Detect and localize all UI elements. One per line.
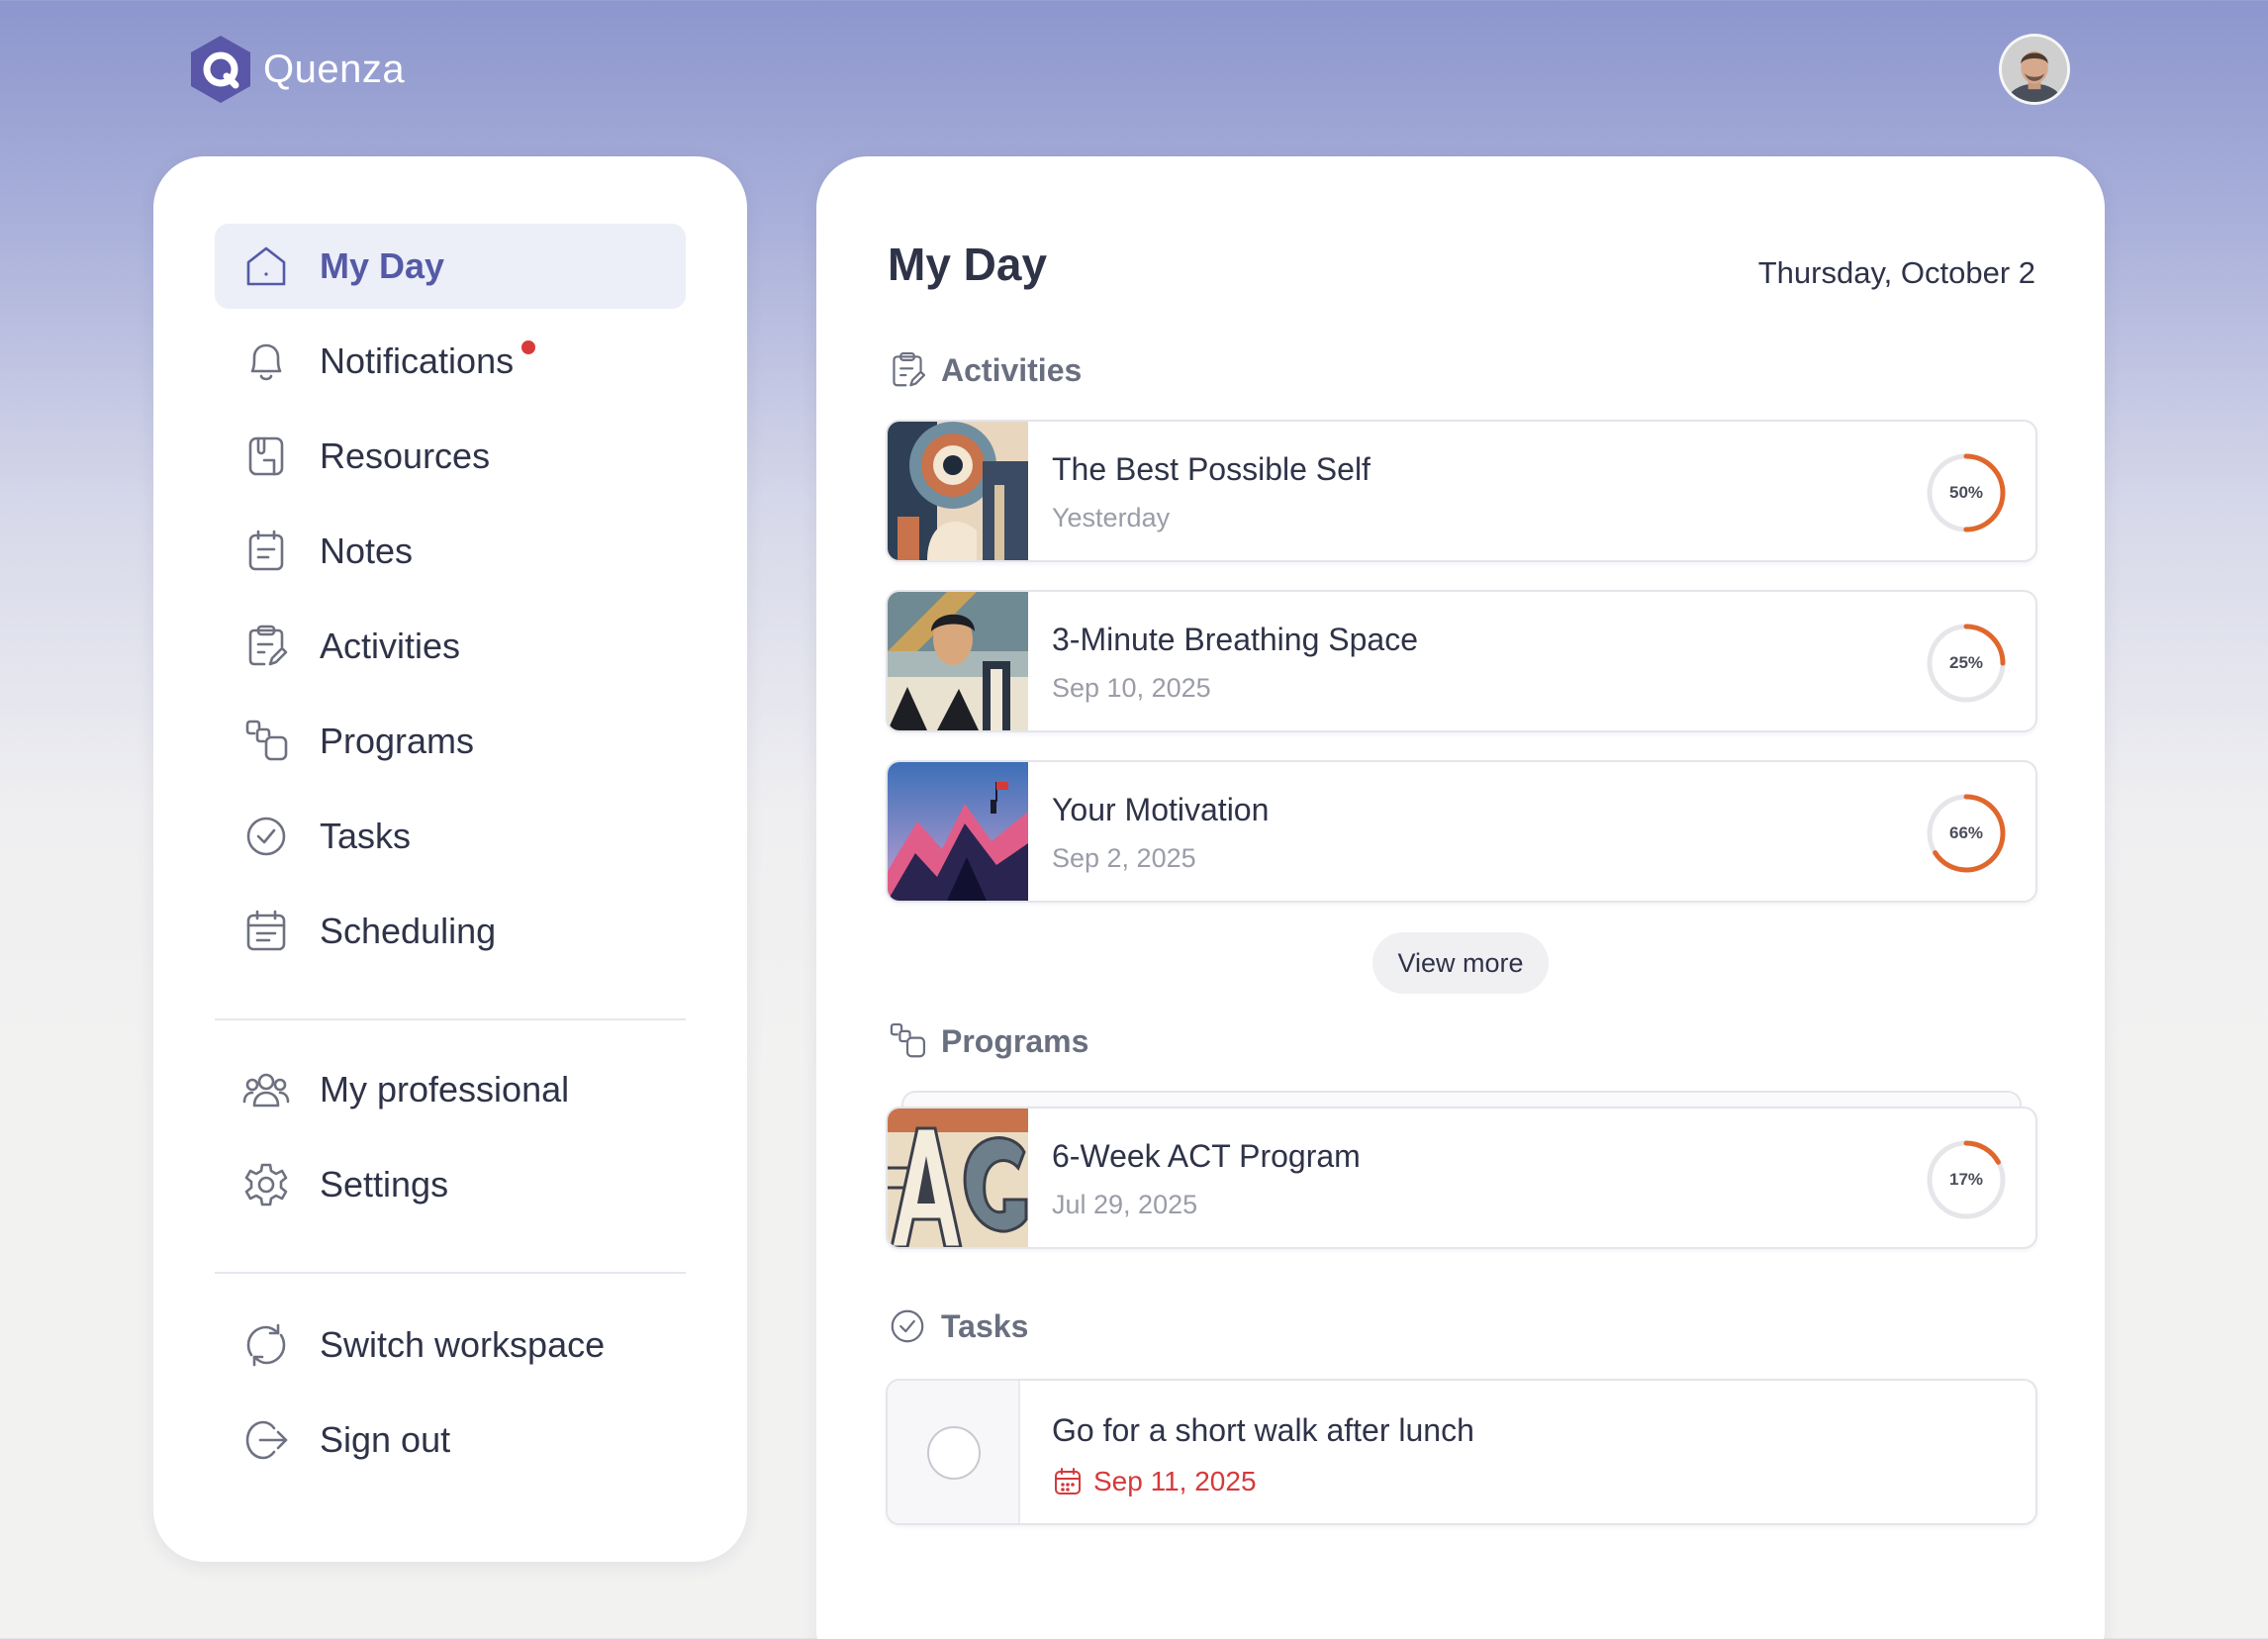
sidebar-item-label: Switch workspace: [320, 1324, 606, 1365]
gear-icon: [240, 1159, 292, 1210]
sidebar: My Day Notifications Resources Notes Act…: [153, 156, 747, 1562]
programs-icon: [240, 716, 292, 767]
home-icon: [240, 241, 292, 292]
my-day-panel: My Day Thursday, October 2 Activities Th…: [816, 156, 2105, 1639]
sidebar-item-label: My professional: [320, 1069, 570, 1109]
view-more-button[interactable]: View more: [1372, 932, 1549, 994]
activity-title: Your Motivation: [1052, 792, 1270, 827]
page-title: My Day: [888, 239, 1048, 290]
clipboard-icon: [240, 621, 292, 672]
program-card[interactable]: 6-Week ACT Program Jul 29, 2025 17%: [886, 1107, 2037, 1249]
sidebar-item-label: Sign out: [320, 1419, 451, 1460]
progress-label: 66%: [1948, 823, 1984, 842]
sidebar-item-label: Programs: [320, 721, 475, 761]
bell-icon: [240, 336, 292, 387]
activity-thumbnail: [888, 422, 1028, 560]
calendar-icon: [240, 906, 292, 957]
sidebar-item-resources[interactable]: Resources: [215, 414, 686, 499]
program-date: Jul 29, 2025: [1052, 1190, 1198, 1219]
sidebar-item-label: Scheduling: [320, 911, 497, 951]
program-thumbnail: [888, 1109, 1028, 1247]
section-title: Tasks: [941, 1307, 1029, 1344]
sidebar-item-label: Resources: [320, 435, 491, 476]
app-name: Quenza: [263, 47, 406, 91]
sidebar-item-label: Settings: [320, 1164, 449, 1205]
check-circle-icon: [240, 811, 292, 862]
section-title: Activities: [941, 351, 1083, 388]
sidebar-item-label: Notifications: [320, 340, 515, 381]
sidebar-item-notes[interactable]: Notes: [215, 509, 686, 594]
sidebar-item-programs[interactable]: Programs: [215, 699, 686, 784]
progress-label: 25%: [1948, 653, 1984, 672]
activity-thumbnail: [888, 592, 1028, 730]
activities-section-heading: Activities: [886, 346, 1082, 394]
sidebar-item-sign-out[interactable]: Sign out: [215, 1398, 686, 1483]
current-date: Thursday, October 2: [1757, 255, 2035, 290]
sidebar-item-my-day[interactable]: My Day: [215, 224, 686, 309]
tasks-section-heading: Tasks: [886, 1302, 1028, 1350]
notes-icon: [240, 526, 292, 577]
task-checkbox[interactable]: [927, 1426, 981, 1480]
sign-out-icon: [240, 1414, 292, 1466]
programs-section-heading: Programs: [886, 1017, 1088, 1065]
progress-ring: 50%: [1925, 451, 2008, 534]
calendar-icon: [1055, 1468, 1081, 1494]
activity-card[interactable]: 3-Minute Breathing Space Sep 10, 2025 25…: [886, 590, 2037, 732]
task-checkbox-area: [888, 1381, 1020, 1523]
sidebar-item-label: My Day: [320, 245, 445, 286]
sidebar-item-label: Tasks: [320, 816, 412, 856]
activity-card[interactable]: The Best Possible Self Yesterday 50%: [886, 420, 2037, 562]
program-title: 6-Week ACT Program: [1052, 1138, 1361, 1174]
activity-card[interactable]: Your Motivation Sep 2, 2025 66%: [886, 760, 2037, 903]
sidebar-item-settings[interactable]: Settings: [215, 1142, 686, 1227]
sidebar-item-switch-workspace[interactable]: Switch workspace: [215, 1302, 686, 1388]
user-avatar[interactable]: [1999, 34, 2070, 105]
activity-title: 3-Minute Breathing Space: [1052, 622, 1418, 657]
user-avatar-photo: [2002, 37, 2067, 102]
progress-ring: 17%: [1925, 1138, 2008, 1221]
progress-ring: 66%: [1925, 792, 2008, 875]
task-title: Go for a short walk after lunch: [1052, 1412, 1474, 1448]
programs-icon: [890, 1022, 926, 1058]
refresh-icon: [240, 1319, 292, 1371]
notification-dot: [521, 340, 536, 354]
activity-date: Sep 2, 2025: [1052, 843, 1196, 873]
activity-title: The Best Possible Self: [1052, 451, 1370, 487]
progress-label: 50%: [1948, 483, 1984, 502]
sidebar-divider: [215, 1272, 686, 1274]
sidebar-item-notifications[interactable]: Notifications: [215, 319, 686, 404]
task-card[interactable]: Go for a short walk after lunch Sep 11, …: [886, 1379, 2037, 1525]
task-due-label: Sep 11, 2025: [1093, 1466, 1257, 1496]
sidebar-item-scheduling[interactable]: Scheduling: [215, 889, 686, 974]
app-logo[interactable]: Quenza: [188, 34, 405, 105]
sidebar-item-my-professional[interactable]: My professional: [215, 1047, 686, 1132]
task-due-date: Sep 11, 2025: [1052, 1464, 1257, 1499]
progress-ring: 25%: [1925, 622, 2008, 705]
users-icon: [240, 1064, 292, 1115]
section-title: Programs: [941, 1022, 1089, 1059]
sidebar-item-label: Notes: [320, 530, 414, 571]
sidebar-item-activities[interactable]: Activities: [215, 604, 686, 689]
activity-date: Yesterday: [1052, 503, 1171, 532]
sidebar-item-tasks[interactable]: Tasks: [215, 794, 686, 879]
activity-thumbnail: [888, 762, 1028, 901]
activity-date: Sep 10, 2025: [1052, 673, 1211, 703]
check-circle-icon: [891, 1309, 924, 1343]
resources-icon: [240, 431, 292, 482]
quenza-logo-icon: [191, 36, 250, 103]
sidebar-divider: [215, 1018, 686, 1020]
sidebar-item-label: Activities: [320, 626, 461, 666]
clipboard-icon: [893, 351, 926, 387]
progress-label: 17%: [1948, 1170, 1984, 1189]
